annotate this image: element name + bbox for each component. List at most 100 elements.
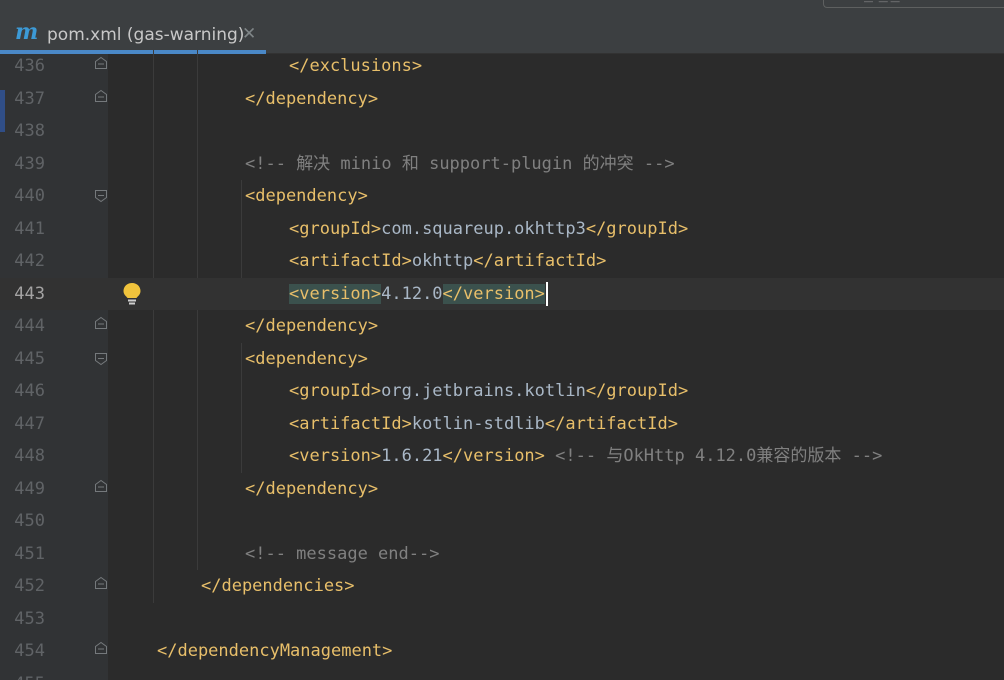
editor-tab-bar: ― ― ― m pom.xml (gas-warning) ✕ [0,0,1004,54]
xml-tag: </dependencyManagement> [157,641,393,661]
gutter-cell: 455 [0,668,108,680]
code-line[interactable]: 449 </dependency> [0,473,1004,506]
fold-end-icon[interactable] [94,575,108,589]
code-comment: 兼容的版本 [756,446,842,466]
line-number: 452 [14,576,45,596]
gutter-cell: 454 [0,635,108,668]
code-line[interactable]: 437 </dependency> [0,83,1004,116]
gutter-cell: 437 [0,83,108,116]
line-number: 447 [14,413,45,434]
code-line[interactable]: 441 <groupId>com.squareup.okhttp3</groupI… [0,213,1004,246]
line-number: 453 [14,608,45,629]
code-line[interactable]: 447 <artifactId>kotlin-stdlib</artifactId… [0,408,1004,441]
code-line[interactable]: 443 <version>4.12.0</version> [0,277,1004,311]
code-comment: support-plugin [418,153,583,174]
gutter-cell: 443 [0,277,108,310]
gutter-cell: 453 [0,603,108,636]
code-comment: --> [633,153,675,174]
code-line[interactable]: 438 [0,115,1004,148]
fold-expanded-icon[interactable] [94,188,108,203]
code-comment: --> [841,446,883,466]
line-number: 442 [14,251,45,271]
xml-tag: <version> [289,283,382,304]
tag-value: com.squareup.okhttp3 [381,218,586,239]
code-line[interactable]: 442 <artifactId>okhttp</artifactId> [0,245,1004,278]
code-text: <artifactId>kotlin-stdlib</artifactId> [289,408,678,441]
xml-tag: </dependency> [245,316,379,336]
xml-tag: </exclusions> [289,56,423,76]
toolbar-widget-glyphs: ― ― ― [864,0,900,7]
code-text: </dependencies> [201,570,355,603]
fold-end-icon[interactable] [94,88,108,102]
code-text: <groupId>com.squareup.okhttp3</groupId> [289,213,688,246]
xml-tag: </dependency> [245,478,379,499]
fold-end-icon[interactable] [94,55,108,69]
lightbulb-icon[interactable] [122,282,142,306]
tag-value: kotlin-stdlib [411,413,545,434]
code-text: </dependency> [245,83,378,116]
gutter-cell: 447 [0,408,108,441]
code-comment: OkHttp 4.12.0 [623,446,757,466]
code-text: </exclusions> [289,50,422,83]
toolbar-widget[interactable]: ― ― ― [823,0,1004,8]
line-number: 436 [14,56,45,76]
code-text: <!-- message end--> [245,538,439,571]
code-text: <version>1.6.21</version> <!-- 与OkHttp 4… [289,440,882,473]
gutter-cell: 438 [0,115,108,148]
text-caret [545,281,548,306]
xml-tag: </version> [442,446,545,466]
fold-end-icon[interactable] [94,640,108,654]
fold-end-icon[interactable] [94,478,108,492]
gutter-cell: 452 [0,570,108,603]
ide-window: ― ― ― m pom.xml (gas-warning) ✕ 436 </exc… [0,0,1004,680]
code-line[interactable]: 445 <dependency> [0,343,1004,376]
code-line[interactable]: 436 </exclusions> [0,50,1004,83]
code-line[interactable]: 448 <version>1.6.21</version> <!-- 与OkHtt… [0,440,1004,473]
line-number: 438 [14,121,45,141]
code-text: <dependency> [245,343,368,376]
code-line[interactable]: 452 </dependencies> [0,570,1004,603]
code-comment: <!-- [245,153,297,174]
xml-tag: </dependencies> [201,576,355,596]
code-line[interactable]: 454 </dependencyManagement> [0,635,1004,668]
code-text: <version>4.12.0</version> [289,278,548,311]
code-line[interactable]: 446 <groupId>org.jetbrains.kotlin</groupI… [0,375,1004,408]
line-number: 440 [14,186,45,206]
code-line[interactable]: 455 [0,668,1004,680]
tab-label: pom.xml (gas-warning) [47,25,245,45]
code-editor[interactable]: 436 </exclusions> 437 </dependency> 438 439 <!… [0,50,1004,680]
xml-tag: <dependency> [245,348,368,369]
line-number: 449 [14,478,45,499]
line-number: 446 [14,381,45,401]
xml-tag: </groupId> [585,218,689,239]
xml-tag: <version> [289,446,382,466]
code-text: </dependency> [245,473,378,506]
tag-value: org.jetbrains.kotlin [381,381,586,401]
code-text: </dependencyManagement> [157,635,392,668]
close-icon[interactable]: ✕ [242,23,256,45]
fold-end-icon[interactable] [94,315,108,329]
code-line[interactable]: 451 <!-- message end--> [0,538,1004,571]
code-line[interactable]: 444 </dependency> [0,310,1004,343]
fold-expanded-icon[interactable] [94,351,108,365]
xml-tag: <groupId> [289,218,382,239]
gutter-cell: 448 [0,440,108,473]
code-comment: 和 [401,153,419,174]
xml-tag: </artifactId> [544,413,678,434]
code-comment: minio [330,153,402,174]
code-line[interactable]: 453 [0,603,1004,636]
xml-tag: <artifactId> [289,251,412,271]
code-text: </dependency> [245,310,378,343]
code-line[interactable]: 440 <dependency> [0,180,1004,213]
gutter-cell: 450 [0,505,108,538]
gutter-cell: 444 [0,310,108,343]
line-number: 455 [0,668,45,680]
xml-tag: </dependency> [245,88,379,109]
line-number: 439 [14,153,45,174]
gutter-cell: 449 [0,473,108,506]
tab-pom-xml[interactable]: m pom.xml (gas-warning) ✕ [0,16,266,54]
code-line[interactable]: 439 <!-- 解决 minio 和 support-plugin 的冲突 --… [0,148,1004,181]
xml-tag: </artifactId> [473,251,607,271]
gutter-cell: 445 [0,343,108,376]
code-line[interactable]: 450 [0,505,1004,538]
